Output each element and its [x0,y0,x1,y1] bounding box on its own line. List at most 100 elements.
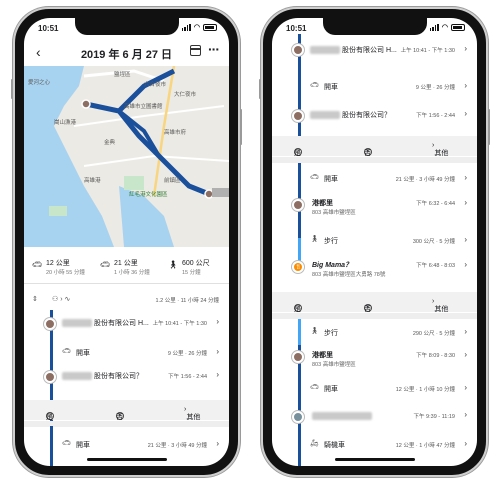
right-screen: 10:51 ◠ 股份有限公司 H... 上午 10:41 - 下午 1:30 ›… [272,18,477,466]
map-label: 鹽埕區 [114,72,131,78]
chevron-right-icon: › [464,198,467,207]
divider [272,313,477,319]
side-button [488,109,490,145]
restaurant-icon: 🍴︎ [292,261,304,273]
chevron-right-icon: › [464,81,467,90]
battery-icon [451,23,465,31]
confirm-bar: ✓ 是 ✕ 否 › 其他 [272,292,477,313]
map-label: 六合夜市 [144,82,167,88]
map-label: 大仁夜市 [174,92,197,98]
map-label: 紅毛港文化園區 [129,192,168,198]
activity-row[interactable]: 🚗︎ 開車 21 公里 · 3 小時 49 分鐘 › [272,170,477,190]
side-button [11,79,13,99]
redacted-text [62,319,92,327]
map-label: 愛河之心 [28,80,51,86]
redacted-text [310,111,340,119]
notch [322,18,427,35]
activity-row[interactable]: 🛵︎ 騎機車 12 公里 · 1 小時 47 分鐘 › [272,436,477,454]
car-icon: 🚗︎ [310,174,319,181]
map-label: 高雄市府 [164,130,187,136]
place-icon [44,371,56,383]
wifi-icon: ◠ [193,24,200,31]
place-row[interactable]: 下午 9:39 - 11:19 › [272,408,477,430]
toolbar: ‹ 2019 年 6 月 27 日 ··· [24,40,229,66]
place-row[interactable]: 股份有限公司？ 下午 1:56 - 2:44 › [24,368,229,394]
status-icons: ◠ [429,23,465,31]
calendar-icon[interactable] [190,45,201,56]
left-phone: 10:51 ◠ ‹ 2019 年 6 月 27 日 ··· 鹽埕區 愛河之心 六… [11,7,242,477]
filter-icons[interactable]: ⚇ › ∿ [52,295,70,303]
redacted-text [312,412,372,420]
expand-icon[interactable]: ⇕ [32,295,38,303]
activity-row[interactable]: 🚶︎ 步行 290 公尺 · 5 分鐘 › [272,324,477,342]
place-row[interactable]: 港都里 803 高雄市鹽埕區 下午 6:32 - 6:44 › [272,196,477,222]
place-icon [292,351,304,363]
status-time: 10:51 [286,24,307,33]
car-icon: 🚗︎ [62,348,71,355]
walk-icon: 🚶︎ [310,328,319,335]
map-label: 金典 [104,140,116,146]
place-row[interactable]: 🍴︎ Big Mama？ 803 高雄市鹽埕區大勇路 78號 下午 6:48 -… [272,258,477,284]
confirm-bar: ✓ 是 ✕ 否 › 其他 [24,400,229,421]
chevron-right-icon: › [464,260,467,269]
home-indicator[interactable] [334,458,415,461]
map-label: 高雄市立圖書館 [124,104,163,110]
map-canvas [24,66,229,247]
chevron-right-icon: › [464,235,467,244]
wifi-icon: ◠ [441,24,448,31]
day-summary: 🚗︎ 12 公里 20 小時 55 分鐘 🚗︎ 21 公里 1 小時 36 分鐘… [24,254,229,284]
chevron-right-icon: › [464,350,467,359]
place-row[interactable]: 股份有限公司 H... 上午 10:41 - 下午 1:30 › [272,42,477,68]
chevron-right-icon: › [464,439,467,448]
car-icon: 🚗︎ [310,82,319,89]
motorcycle-icon: 🛵︎ [310,440,319,447]
more-icon[interactable]: ··· [208,41,220,57]
confirm-other-button[interactable]: › 其他 [432,298,448,313]
chevron-right-icon: › [216,370,219,379]
chevron-right-icon: › [216,347,219,356]
activity-row[interactable]: 🚶︎ 步行 300 公尺 · 5 分鐘 › [272,232,477,250]
side-button [259,79,261,99]
home-place-icon [292,411,304,423]
divider [272,157,477,163]
activity-row[interactable]: 🚗︎ 開車 9 公里 · 26 分鐘 › [24,344,229,364]
map-label: 前鎮區 [164,178,181,184]
place-icon [292,44,304,56]
car-icon: 🚗︎ [32,260,43,269]
map[interactable]: 鹽埕區 愛河之心 六合夜市 大仁夜市 高雄市立圖書館 高雄市府 崗山漁港 紅毛港… [24,66,229,247]
place-icon [292,110,304,122]
chevron-right-icon: › [464,327,467,336]
place-icon [44,318,56,330]
chevron-right-icon: › [464,109,467,118]
notch [74,18,179,35]
chevron-right-icon: › [216,439,219,448]
divider [24,421,229,427]
status-time: 10:51 [38,24,59,33]
place-row[interactable]: 股份有限公司？ 下午 1:56 - 2:44 › [272,106,477,132]
walk-icon: 🚶︎ [168,260,179,269]
chevron-right-icon: › [464,44,467,53]
redacted-text [62,372,92,380]
battery-icon [203,23,217,31]
redacted-text [310,46,340,54]
confirm-other-button[interactable]: › 其他 [432,142,448,157]
activity-row[interactable]: 🚗︎ 開車 21 公里 · 3 小時 49 分鐘 › [24,436,229,456]
chevron-right-icon: › [464,410,467,419]
activity-row[interactable]: 🚗︎ 開車 9 公里 · 26 分鐘 › [272,78,477,98]
chevron-right-icon: › [464,383,467,392]
place-row[interactable]: 港都里 803 高雄市鹽埕區 下午 8:09 - 8:30 › [272,348,477,374]
confirm-other-button[interactable]: › 其他 [184,406,200,421]
left-screen: 10:51 ◠ ‹ 2019 年 6 月 27 日 ··· 鹽埕區 愛河之心 六… [24,18,229,466]
map-label: 崗山漁港 [54,120,77,126]
activity-row[interactable]: 🚗︎ 開車 12 公里 · 1 小時 10 分鐘 › [272,380,477,398]
side-button [240,109,242,145]
place-row[interactable]: 股份有限公司 H... 上午 10:41 - 下午 1:30 › [24,314,229,344]
chevron-right-icon: › [216,317,219,326]
filter-summary: 1.2 公里 · 11 小時 24 分鐘 [155,298,219,304]
filter-row: ⇕ ⚇ › ∿ 1.2 公里 · 11 小時 24 分鐘 [24,292,229,308]
signal-icon [181,23,191,31]
car-icon: 🚗︎ [100,260,111,269]
confirm-bar: ✓ 是 ✕ 否 › 其他 [272,136,477,157]
home-indicator[interactable] [86,458,167,461]
map-label: 高雄港 [84,178,101,184]
